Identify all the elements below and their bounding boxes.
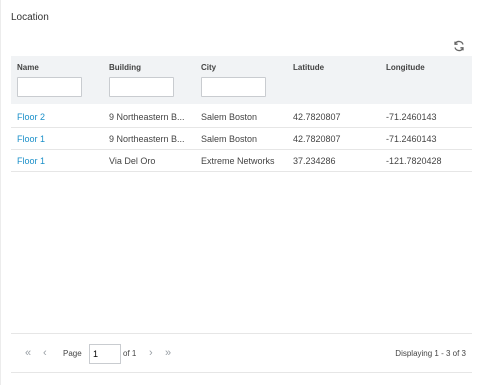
building-cell: 9 Northeastern B...: [109, 134, 185, 144]
panel-title: Location: [11, 12, 49, 23]
location-panel: Location Name Building City Latitude Lon…: [0, 0, 480, 385]
latitude-cell: 37.234286: [293, 156, 336, 166]
longitude-cell: -71.2460143: [386, 134, 437, 144]
table-row[interactable]: Floor 1 Via Del Oro Extreme Networks 37.…: [11, 150, 472, 172]
next-page-icon[interactable]: ›: [149, 347, 153, 359]
column-header-name[interactable]: Name: [17, 63, 39, 72]
refresh-icon[interactable]: [453, 40, 465, 52]
column-header-latitude[interactable]: Latitude: [293, 63, 324, 72]
latitude-cell: 42.7820807: [293, 134, 341, 144]
page-number-input[interactable]: [89, 344, 121, 364]
page-count-label: of 1: [123, 349, 137, 358]
longitude-cell: -121.7820428: [386, 156, 442, 166]
location-name-link[interactable]: Floor 2: [17, 112, 105, 122]
city-filter-input[interactable]: [201, 77, 266, 97]
city-cell: Salem Boston: [201, 134, 258, 144]
city-cell: Salem Boston: [201, 112, 258, 122]
grid-header: Name Building City Latitude Longitude: [11, 56, 472, 104]
building-cell: Via Del Oro: [109, 156, 156, 166]
location-name-link[interactable]: Floor 1: [17, 156, 105, 166]
latitude-cell: 42.7820807: [293, 112, 341, 122]
name-filter-input[interactable]: [17, 77, 82, 97]
column-header-longitude[interactable]: Longitude: [386, 63, 425, 72]
last-page-icon[interactable]: »: [165, 347, 171, 359]
previous-page-icon[interactable]: ‹: [43, 347, 47, 359]
display-count: Displaying 1 - 3 of 3: [395, 349, 466, 358]
building-filter-input[interactable]: [109, 77, 174, 97]
page-label: Page: [63, 349, 82, 358]
building-cell: 9 Northeastern B...: [109, 112, 185, 122]
paging-toolbar: « ‹ Page of 1 › » Displaying 1 - 3 of 3: [11, 333, 472, 373]
column-header-city[interactable]: City: [201, 63, 216, 72]
city-cell: Extreme Networks: [201, 156, 275, 166]
table-row[interactable]: Floor 2 9 Northeastern B... Salem Boston…: [11, 106, 472, 128]
first-page-icon[interactable]: «: [25, 347, 31, 359]
longitude-cell: -71.2460143: [386, 112, 437, 122]
location-name-link[interactable]: Floor 1: [17, 134, 105, 144]
table-row[interactable]: Floor 1 9 Northeastern B... Salem Boston…: [11, 128, 472, 150]
column-header-building[interactable]: Building: [109, 63, 141, 72]
